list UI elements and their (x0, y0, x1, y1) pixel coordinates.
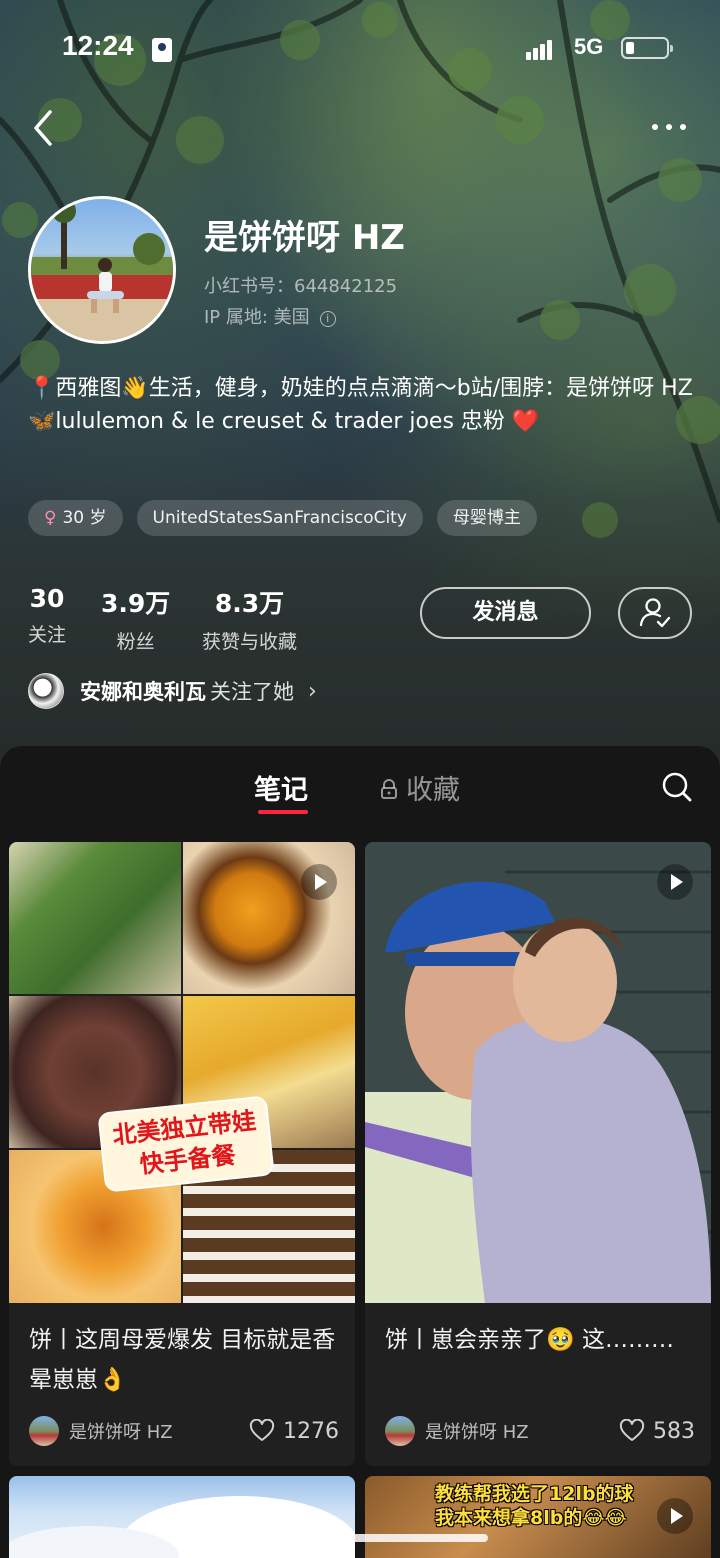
author-name: 是饼饼呀 HZ (69, 1422, 173, 1443)
note-cover-image: 北美独立带娃 快手备餐 (9, 842, 355, 1303)
note-card[interactable]: 教练帮我选了12lb的球 我本来想拿8lb的😂😂 (365, 1476, 711, 1558)
ip-location-text: IP 属地: 美国 (204, 307, 310, 328)
active-tab-indicator (258, 810, 308, 814)
author-avatar (29, 1416, 59, 1446)
likes-count: 8.3万 (214, 589, 285, 618)
cover-caption-line: 教练帮我选了12lb的球 (435, 1483, 634, 1505)
note-author[interactable]: 是饼饼呀 HZ (29, 1414, 173, 1448)
age-tag: ♀ 30 岁 (28, 500, 123, 536)
like-button[interactable]: 1276 (249, 1414, 339, 1448)
note-title: 饼丨这周母爱爆发 目标就是香晕崽崽👌 (29, 1327, 336, 1393)
profile-avatar[interactable] (28, 196, 176, 344)
content-panel: 笔记 收藏 北美独立带娃 快手备餐 饼丨这周母爱爆发 目标就是香晕崽崽👌 是饼饼… (0, 746, 720, 1558)
battery-icon (621, 37, 673, 59)
like-button[interactable]: 583 (619, 1414, 695, 1448)
search-button[interactable] (660, 770, 694, 804)
lock-icon (380, 776, 398, 799)
heart-icon (619, 1419, 645, 1441)
female-icon: ♀ (44, 508, 57, 528)
likes-label: 获赞与收藏 (202, 631, 298, 653)
bio-line: 📍西雅图👋生活，健身，奶娃的点点滴滴～b站/围脖：是饼饼呀 HZ (28, 376, 693, 401)
note-title: 饼丨崽会亲亲了🥹 这……… (385, 1327, 674, 1353)
mutual-name: 安娜和奥利瓦 (80, 680, 206, 704)
like-count: 583 (653, 1418, 695, 1444)
followers-count: 3.9万 (101, 589, 171, 618)
like-count: 1276 (283, 1418, 339, 1444)
age-tag-label: 30 岁 (62, 508, 107, 528)
network-type: 5G (574, 34, 604, 59)
sky-cloud-photo (9, 1496, 355, 1558)
food-collage (9, 842, 355, 1303)
location-tag: UnitedStatesSanFranciscoCity (136, 500, 423, 536)
tab-collections[interactable]: 收藏 (380, 768, 460, 807)
chevron-left-icon (34, 110, 52, 146)
mother-child-photo (365, 842, 711, 1303)
following-label: 关注 (28, 624, 67, 646)
signal-strength-icon (526, 38, 554, 60)
mutual-suffix: 关注了她 (210, 680, 294, 704)
contact-card-icon (152, 38, 172, 62)
search-icon (662, 772, 692, 802)
more-options-button[interactable] (644, 110, 694, 144)
status-bar: 12:24 5G (0, 0, 720, 96)
chevron-right-icon: › (308, 678, 317, 704)
note-cover-image (365, 842, 711, 1303)
video-play-icon (657, 1498, 693, 1534)
profile-tags: ♀ 30 岁 UnitedStatesSanFranciscoCity 母婴博主 (28, 500, 537, 536)
user-check-icon (639, 598, 671, 628)
avatar-photo (31, 199, 173, 341)
following-count: 30 (29, 584, 65, 613)
profile-bio: 📍西雅图👋生活，健身，奶娃的点点滴滴～b站/围脖：是饼饼呀 HZ 🦋lulule… (28, 372, 698, 438)
video-play-icon (301, 864, 337, 900)
bio-line: 🦋lululemon & le creuset & trader joes 忠粉… (28, 409, 540, 434)
following-stat[interactable]: 30 关注 (28, 584, 66, 647)
note-author[interactable]: 是饼饼呀 HZ (385, 1414, 529, 1448)
follow-status-button[interactable] (618, 587, 692, 639)
note-card[interactable]: 北美独立带娃 快手备餐 饼丨这周母爱爆发 目标就是香晕崽崽👌 是饼饼呀 HZ 1… (9, 842, 355, 1466)
account-id: 小红书号：644842125 (204, 276, 398, 297)
heart-icon (249, 1419, 275, 1441)
info-icon[interactable]: i (319, 311, 336, 327)
mutual-avatar (28, 673, 64, 709)
ip-location: IP 属地: 美国 i (204, 303, 336, 329)
tab-collections-label: 收藏 (406, 775, 460, 806)
note-card[interactable] (9, 1476, 355, 1558)
followers-stat[interactable]: 3.9万 粉丝 (101, 584, 170, 654)
note-card[interactable]: 饼丨崽会亲亲了🥹 这……… 是饼饼呀 HZ 583 (365, 842, 711, 1466)
author-avatar (385, 1416, 415, 1446)
cover-caption-line: 我本来想拿8lb的😂😂 (435, 1507, 627, 1529)
back-button[interactable] (26, 106, 66, 150)
video-play-icon (657, 864, 693, 900)
mutual-follow-row[interactable]: 安娜和奥利瓦 关注了她 › (28, 672, 317, 710)
followers-label: 粉丝 (116, 631, 155, 653)
status-time: 12:24 (62, 30, 134, 61)
tab-notes[interactable]: 笔记 (254, 768, 308, 807)
home-indicator[interactable] (232, 1534, 488, 1542)
send-message-button[interactable]: 发消息 (420, 587, 591, 639)
likes-stat[interactable]: 8.3万 获赞与收藏 (202, 584, 297, 654)
author-name: 是饼饼呀 HZ (425, 1422, 529, 1443)
category-tag: 母婴博主 (436, 500, 537, 536)
profile-nickname: 是饼饼呀 HZ (204, 218, 405, 258)
cover-caption: 教练帮我选了12lb的球 我本来想拿8lb的😂😂 (435, 1482, 634, 1530)
